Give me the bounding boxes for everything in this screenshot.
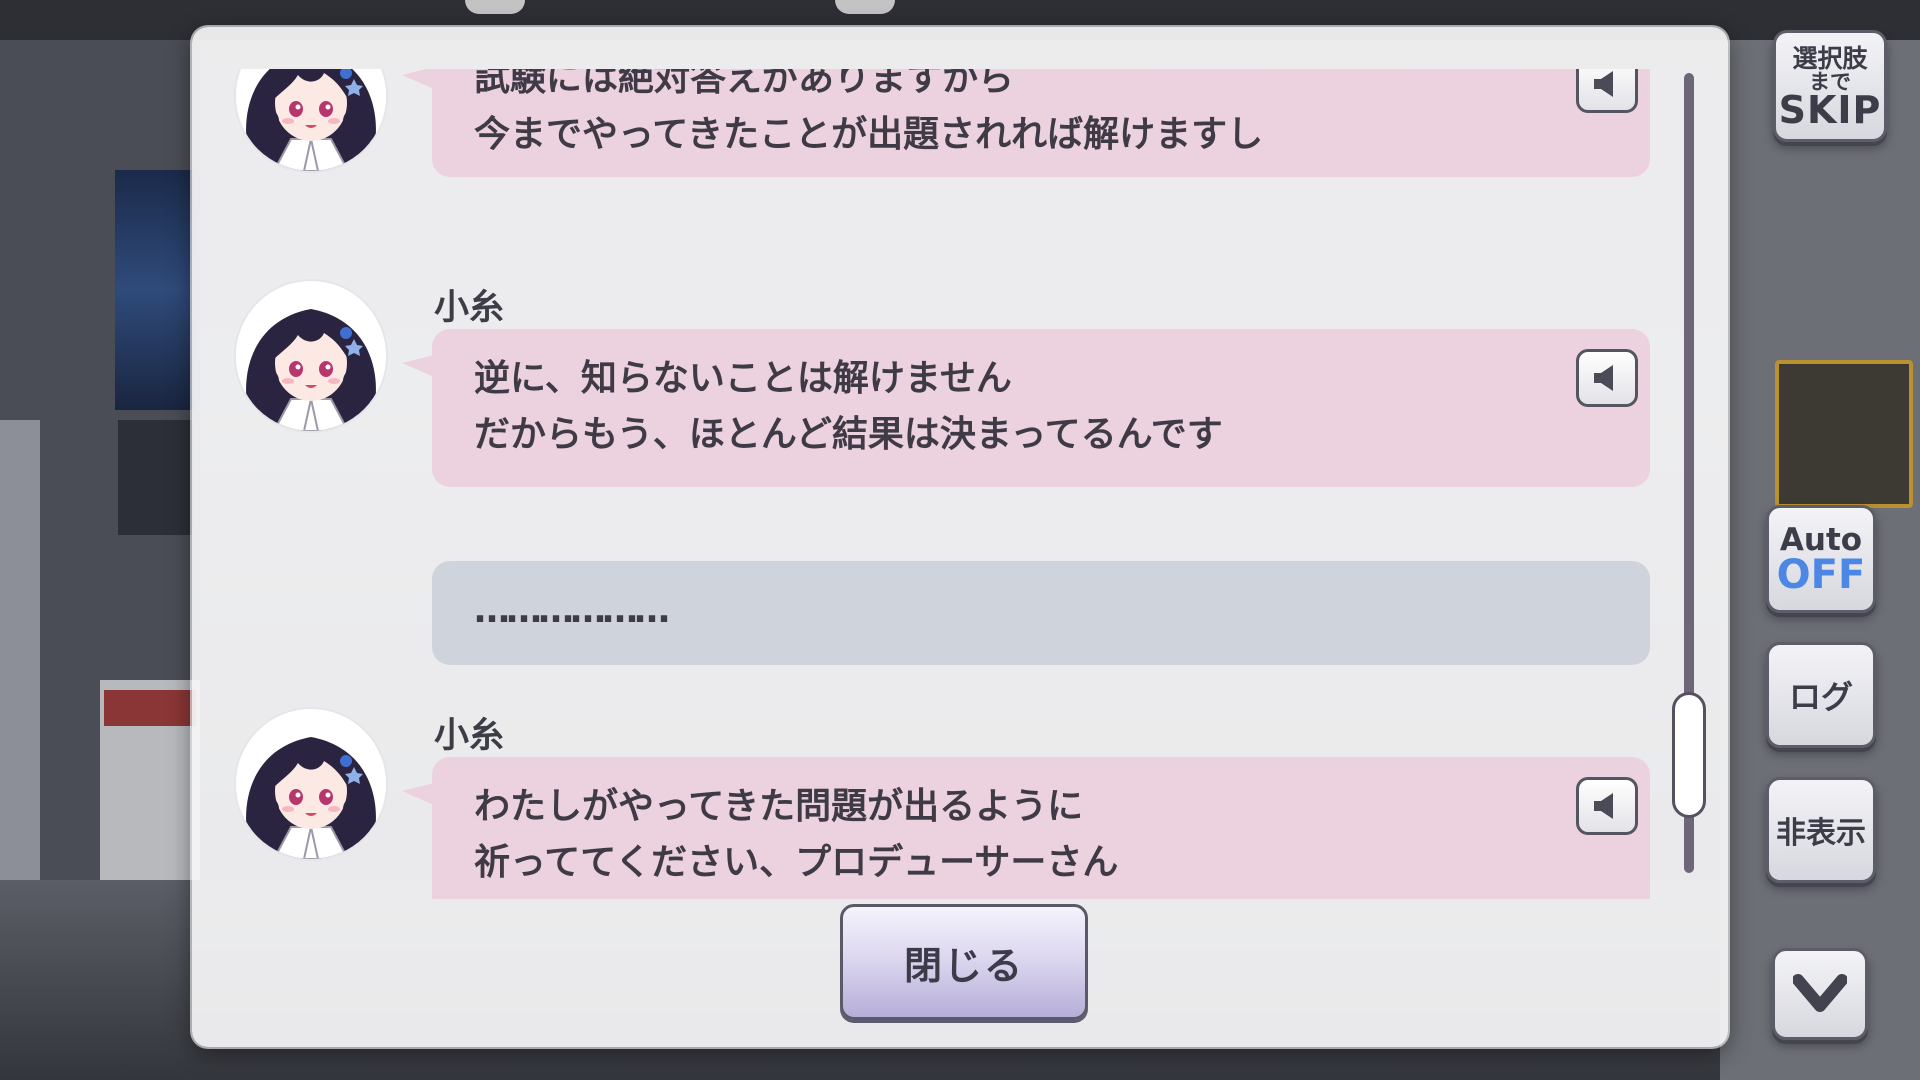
hide-ui-button[interactable]: 非表示	[1766, 777, 1876, 883]
wall-poster	[118, 420, 193, 535]
log-label: ログ	[1788, 678, 1853, 716]
dialogue-line: わたしがやってきた問題が出るように	[474, 786, 1084, 827]
chevron-down-icon	[1793, 974, 1847, 1012]
wall-poster	[115, 170, 195, 410]
avatar	[234, 707, 388, 861]
skip-to-choice-button[interactable]: 選択肢 まで SKIP	[1773, 30, 1887, 142]
direction-sign	[1775, 360, 1913, 508]
auto-toggle-button[interactable]: Auto OFF	[1766, 505, 1876, 613]
close-label: 閉じる	[903, 943, 1024, 988]
skip-label-line1: 選択肢	[1792, 43, 1868, 73]
avatar	[234, 279, 388, 433]
auto-state: OFF	[1776, 552, 1866, 598]
stand-panel	[104, 690, 196, 726]
skip-label-line3: SKIP	[1778, 87, 1882, 132]
close-button[interactable]: 閉じる	[840, 904, 1088, 1020]
hide-label: 非表示	[1776, 816, 1866, 851]
narration-bubble: ………………	[432, 561, 1650, 665]
dialogue-line: 祈っててください、プロデューサーさん	[474, 842, 1119, 883]
dialogue-bubble: 逆に、知らないことは解けません だからもう、ほとんど結果は決まってるんです	[402, 329, 1650, 487]
voice-replay-button[interactable]	[1576, 777, 1638, 835]
dialogue-line: 逆に、知らないことは解けません	[474, 358, 1012, 399]
log-button[interactable]: ログ	[1766, 642, 1876, 748]
dialogue-line: だからもう、ほとんど結果は決まってるんです	[474, 414, 1223, 455]
dialogue-line: ………………	[474, 590, 670, 631]
scrollbar-thumb[interactable]	[1672, 692, 1706, 818]
speaker-icon	[1594, 793, 1613, 819]
speaker-name: 小糸	[434, 716, 505, 756]
backlog-modal: 試験には絶対答えがありますから 今までやってきたことが出題されれば解けますし 小…	[192, 27, 1728, 1047]
locker	[0, 420, 40, 880]
backlog-list[interactable]: 試験には絶対答えがありますから 今までやってきたことが出題されれば解けますし 小…	[192, 69, 1692, 899]
speaker-icon	[1594, 365, 1613, 391]
dialogue-bubble: 試験には絶対答えがありますから 今までやってきたことが出題されれば解けますし	[402, 69, 1650, 177]
speaker-name: 小糸	[434, 288, 505, 328]
ceiling-lamp	[465, 0, 525, 14]
speaker-icon	[1594, 71, 1613, 97]
voice-replay-button[interactable]	[1576, 69, 1638, 113]
menu-toggle-button[interactable]	[1772, 948, 1868, 1040]
dialogue-line: 今までやってきたことが出題されれば解けますし	[474, 114, 1264, 155]
dialogue-line: 試験には絶対答えがありますから	[474, 69, 1015, 99]
dialogue-bubble: わたしがやってきた問題が出るように 祈っててください、プロデューサーさん	[402, 757, 1650, 899]
ceiling-lamp	[835, 0, 895, 14]
voice-replay-button[interactable]	[1576, 349, 1638, 407]
avatar	[234, 69, 388, 173]
